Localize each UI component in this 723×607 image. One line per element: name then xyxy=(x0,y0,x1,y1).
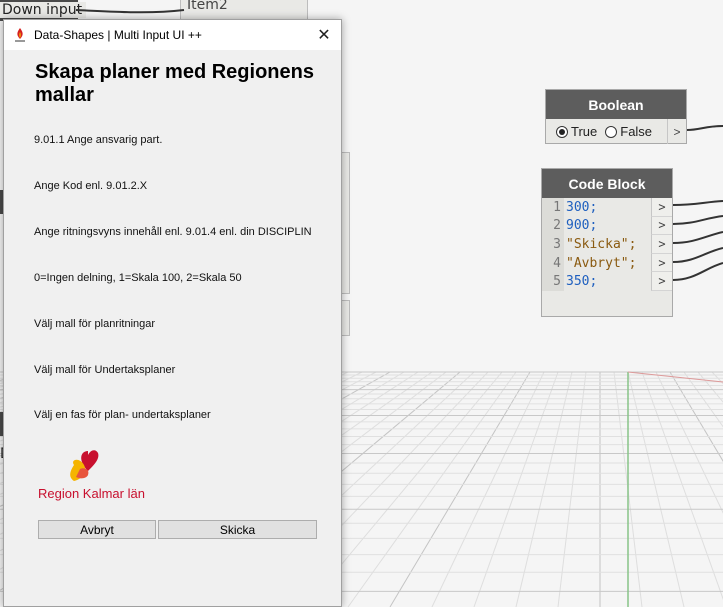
code-text[interactable]: "Skicka"; xyxy=(564,237,636,252)
boolean-node-body: True False > xyxy=(546,119,686,144)
code-block-title[interactable]: Code Block xyxy=(542,169,672,198)
line-number: 1 xyxy=(542,198,564,217)
true-radio-circle[interactable] xyxy=(556,125,568,138)
heart-logo-icon xyxy=(70,450,99,481)
boolean-node-title[interactable]: Boolean xyxy=(546,90,686,119)
line-number: 3 xyxy=(542,235,564,254)
field-label-scale-split: 0=Ingen delning, 1=Skala 100, 2=Skala 50 xyxy=(34,272,242,284)
output-port-2[interactable]: > xyxy=(651,216,672,236)
dialog-heading: Skapa planer med Regionens mallar xyxy=(35,61,314,106)
data-shapes-app-icon xyxy=(12,27,28,43)
code-text[interactable]: 300; xyxy=(564,200,597,215)
dialog-title: Data-Shapes | Multi Input UI ++ xyxy=(34,28,202,42)
code-text[interactable]: 350; xyxy=(564,274,597,289)
line-number: 5 xyxy=(542,272,564,291)
field-label-responsible-party: 9.01.1 Ange ansvarig part. xyxy=(34,134,163,146)
code-line-2[interactable]: 2 900; > xyxy=(542,216,672,236)
true-radio-label: True xyxy=(571,124,598,139)
code-block-editor[interactable]: 1 300; > 2 900; > 3 "Skicka"; > 4 "Avbry… xyxy=(542,198,672,291)
multi-input-dialog[interactable]: Data-Shapes | Multi Input UI ++ ✕ Skapa … xyxy=(3,19,342,607)
field-label-phase: Välj en fas för plan- undertaksplaner xyxy=(34,409,211,421)
boolean-node[interactable]: Boolean True False > xyxy=(545,89,687,144)
line-number: 2 xyxy=(542,216,564,236)
logo-text: Region Kalmar län xyxy=(38,486,145,501)
output-port-4[interactable]: > xyxy=(651,253,672,273)
cancel-button[interactable]: Avbryt xyxy=(38,520,156,539)
output-port-1[interactable]: > xyxy=(651,198,672,217)
close-button[interactable]: ✕ xyxy=(307,20,341,50)
false-radio-label: False xyxy=(620,124,653,139)
false-radio[interactable]: False xyxy=(605,124,652,139)
field-label-plan-template: Välj mall för planritningar xyxy=(34,318,156,330)
true-radio[interactable]: True xyxy=(556,124,597,139)
output-port-3[interactable]: > xyxy=(651,235,672,254)
false-radio-circle[interactable] xyxy=(605,125,618,138)
submit-button[interactable]: Skicka xyxy=(158,520,317,539)
field-label-code: Ange Kod enl. 9.01.2.X xyxy=(34,180,148,192)
code-text[interactable]: 900; xyxy=(564,218,597,233)
field-label-ceiling-template: Välj mall för Undertaksplaner xyxy=(34,364,176,376)
field-label-view-content: Ange ritningsvyns innehåll enl. 9.01.4 e… xyxy=(34,226,312,238)
boolean-output-port[interactable]: > xyxy=(667,119,686,144)
output-port-5[interactable]: > xyxy=(651,272,672,291)
code-line-1[interactable]: 1 300; > xyxy=(542,198,672,217)
dialog-titlebar[interactable]: Data-Shapes | Multi Input UI ++ ✕ xyxy=(4,20,341,50)
code-block-node[interactable]: Code Block 1 300; > 2 900; > 3 "Skicka";… xyxy=(541,168,673,317)
code-line-3[interactable]: 3 "Skicka"; > xyxy=(542,235,672,254)
code-line-4[interactable]: 4 "Avbryt"; > xyxy=(542,253,672,273)
code-text[interactable]: "Avbryt"; xyxy=(564,256,636,271)
code-line-5[interactable]: 5 350; > xyxy=(542,272,672,291)
line-number: 4 xyxy=(542,253,564,273)
